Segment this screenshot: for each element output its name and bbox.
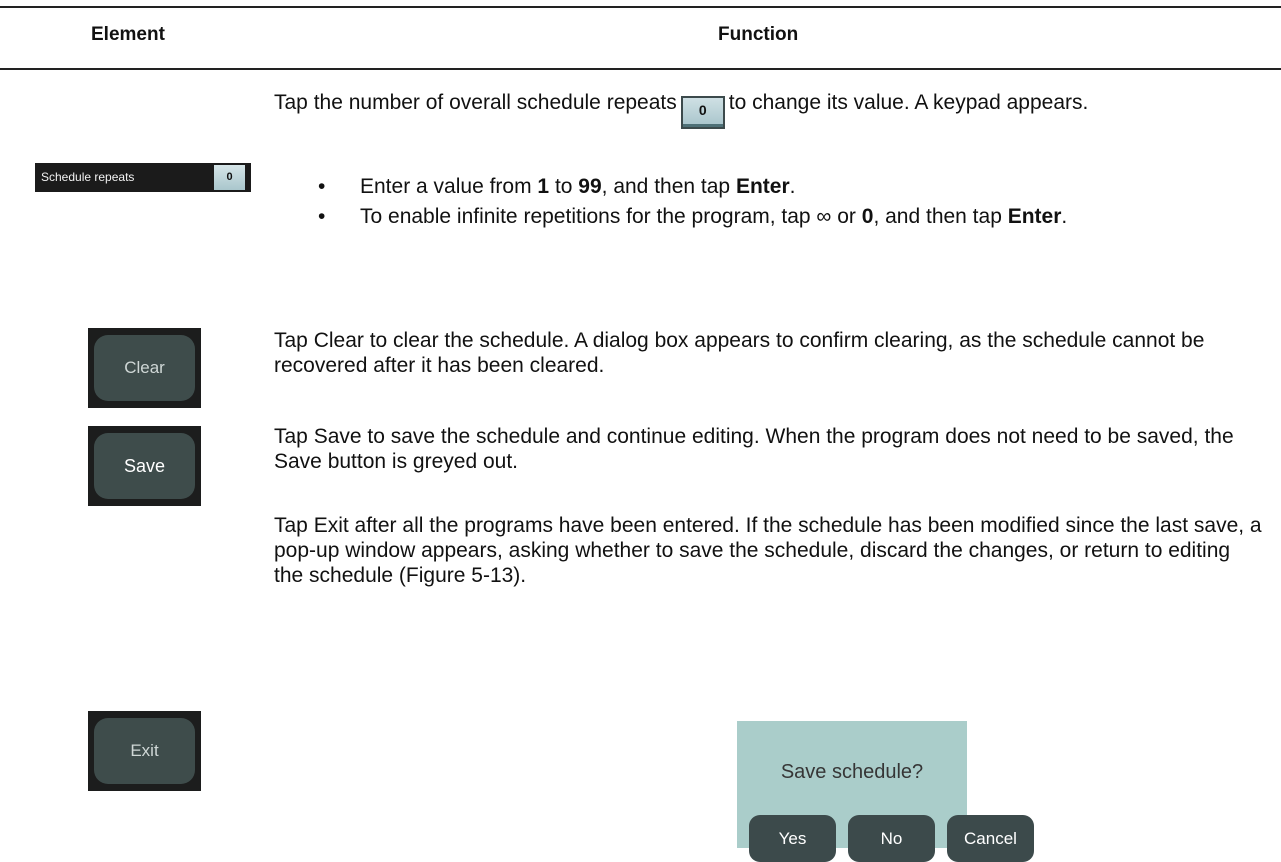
save-button[interactable]: Save (94, 433, 195, 499)
schedule-repeats-control[interactable]: Schedule repeats 0 (35, 163, 251, 192)
repeats-instructions: Enter a value from 1 to 99, and then tap… (310, 172, 1260, 232)
clear-description: Tap Clear to clear the schedule. A dialo… (274, 329, 1205, 377)
list-item: To enable infinite repetitions for the p… (310, 202, 1260, 232)
cancel-button[interactable]: Cancel (947, 815, 1034, 862)
table-header-rule (0, 68, 1281, 70)
list-item: Enter a value from 1 to 99, and then tap… (310, 172, 1260, 202)
column-header-function: Function (718, 24, 799, 45)
no-button[interactable]: No (848, 815, 935, 862)
save-schedule-dialog: Save schedule? Yes No Cancel (737, 721, 1034, 862)
schedule-repeats-label: Schedule repeats (41, 170, 135, 184)
exit-button-image[interactable]: Exit (88, 711, 201, 791)
clear-button[interactable]: Clear (94, 335, 195, 401)
table-top-rule (0, 6, 1281, 8)
clear-button-image[interactable]: Clear (88, 328, 201, 408)
exit-description: Tap Exit after all the programs have bee… (274, 514, 1262, 587)
save-description: Tap Save to save the schedule and contin… (274, 425, 1234, 473)
exit-button[interactable]: Exit (94, 718, 195, 784)
column-header-element: Element (91, 24, 165, 45)
repeats-value-badge: 0 (680, 96, 725, 129)
schedule-repeats-value[interactable]: 0 (214, 165, 245, 190)
save-button-image[interactable]: Save (88, 426, 201, 506)
repeats-description: Tap the number of overall schedule repea… (274, 90, 1264, 129)
yes-button[interactable]: Yes (749, 815, 836, 862)
dialog-question: Save schedule? (780, 761, 924, 783)
